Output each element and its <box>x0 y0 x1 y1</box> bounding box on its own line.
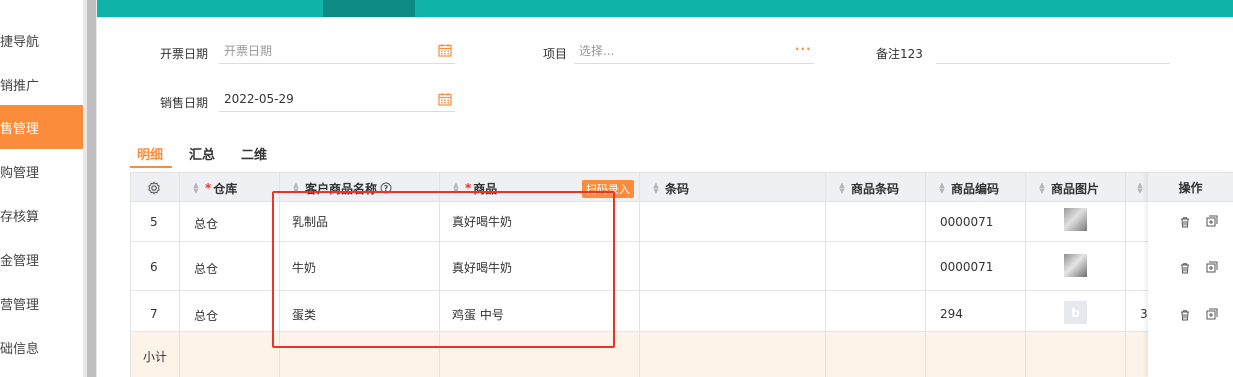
sidebar-item-label: 基础信息 <box>0 341 40 357</box>
tab-home[interactable] <box>101 0 129 17</box>
active-tab-indicator <box>130 166 172 168</box>
divider <box>130 172 131 377</box>
product-image[interactable] <box>1064 254 1087 277</box>
invoice-date-placeholder: 开票日期 <box>224 44 273 58</box>
sidebar-item-basic-info[interactable]: 基础信息 <box>0 325 83 369</box>
tab-detail[interactable]: 明细 <box>137 144 163 163</box>
copy-icon[interactable] <box>1206 215 1218 227</box>
divider <box>179 172 180 377</box>
sidebar-item-marketing[interactable]: 营销推广 <box>0 62 83 106</box>
gear-icon[interactable] <box>147 181 161 195</box>
warehouse-cell[interactable]: 总仓 <box>194 215 218 232</box>
project-placeholder: 选择... <box>579 44 615 58</box>
header-warehouse[interactable]: ▲ ▼ * 仓库 <box>192 173 237 203</box>
sidebar-item-label: 销售管理 <box>0 121 40 137</box>
product-code-cell[interactable]: 0000071 <box>940 215 993 229</box>
row-number: 7 <box>150 307 158 321</box>
header-product-image[interactable]: ▲ ▼ 商品图片 <box>1038 173 1099 203</box>
project-field[interactable]: 选择... <box>574 38 814 64</box>
sidebar-item-label: 采购管理 <box>0 165 40 181</box>
divider <box>825 172 826 377</box>
header-label: 商品条码 <box>851 181 900 196</box>
sidebar-item-funds[interactable]: 资金管理 <box>0 237 83 281</box>
sale-date-label: 销售日期 <box>160 96 209 110</box>
header-label: 仓库 <box>213 181 238 196</box>
sort-icon[interactable]: ▲ ▼ <box>1136 182 1144 195</box>
row-number: 6 <box>150 260 158 274</box>
copy-icon[interactable] <box>1206 308 1218 320</box>
sidebar-item-label: 营销推广 <box>0 78 40 94</box>
more-dots-icon[interactable]: ··· <box>795 42 812 56</box>
sort-icon[interactable]: ▲ ▼ <box>838 182 846 195</box>
sort-icon[interactable]: ▲ ▼ <box>938 182 946 195</box>
divider <box>639 172 640 377</box>
invoice-date-field[interactable]: 开票日期 <box>219 38 455 64</box>
header-product-code[interactable]: ▲ ▼ 商品编码 <box>938 173 999 203</box>
divider <box>1025 172 1026 377</box>
sidebar-item-operation[interactable]: 经营管理 <box>0 281 83 325</box>
trash-icon[interactable] <box>1179 309 1191 321</box>
sort-icon[interactable]: ▲ ▼ <box>652 182 660 195</box>
sidebar: 快捷导航 营销推广 销售管理 采购管理 库存核算 资金管理 经营管理 基础信息 <box>0 0 83 377</box>
header-operation: 操作 <box>1148 172 1233 202</box>
tab-bar <box>97 0 1233 17</box>
svg-text:b: b <box>1071 306 1080 320</box>
trash-icon[interactable] <box>1179 216 1191 228</box>
sort-icon[interactable]: ▲ ▼ <box>192 182 200 195</box>
sale-date-field[interactable]: 2022-05-29 <box>219 86 455 112</box>
sidebar-item-purchase[interactable]: 采购管理 <box>0 149 83 193</box>
sort-icon[interactable]: ▲ ▼ <box>1038 182 1046 195</box>
copy-icon[interactable] <box>1206 261 1218 273</box>
warehouse-cell[interactable]: 总仓 <box>194 260 218 277</box>
header-label: 条码 <box>665 181 690 196</box>
remark-label: 备注123 <box>876 47 923 61</box>
header-product-barcode[interactable]: ▲ ▼ 商品条码 <box>838 173 899 203</box>
tab-report[interactable] <box>167 0 195 17</box>
sidebar-item-inventory[interactable]: 库存核算 <box>0 193 83 237</box>
header-label: 商品图片 <box>1051 181 1100 196</box>
sidebar-item-label: 资金管理 <box>0 253 40 269</box>
header-label: 商品编码 <box>951 181 1000 196</box>
remark-field[interactable] <box>936 38 1170 64</box>
sale-date-value: 2022-05-29 <box>224 92 294 106</box>
subtotal-label: 小计 <box>143 350 168 364</box>
operation-column: 操作 <box>1148 172 1233 377</box>
divider <box>925 172 926 377</box>
sidebar-item-quick-nav[interactable]: 快捷导航 <box>0 18 83 62</box>
sidebar-item-label: 经营管理 <box>0 297 40 313</box>
sidebar-item-sales[interactable]: 销售管理 <box>0 105 83 149</box>
divider <box>97 17 1233 18</box>
image-placeholder-icon[interactable]: b <box>1064 301 1087 324</box>
product-image[interactable] <box>1064 208 1087 231</box>
warehouse-cell[interactable]: 总仓 <box>194 307 218 324</box>
sidebar-scrollbar-thumb[interactable] <box>87 0 96 377</box>
invoice-date-label: 开票日期 <box>160 47 209 61</box>
tab-current[interactable] <box>323 0 415 17</box>
sidebar-item-label: 快捷导航 <box>0 34 40 50</box>
highlight-box <box>272 191 615 348</box>
row-number: 5 <box>150 215 158 229</box>
tab-summary[interactable]: 汇总 <box>189 144 215 163</box>
tab-2d[interactable]: 二维 <box>241 144 267 163</box>
sidebar-item-label: 库存核算 <box>0 209 40 225</box>
header-barcode[interactable]: ▲ ▼ 条码 <box>652 173 689 203</box>
calendar-icon[interactable] <box>438 43 452 57</box>
truncated-cell: 3 <box>1140 307 1148 321</box>
project-label: 项目 <box>543 47 568 61</box>
product-code-cell[interactable]: 0000071 <box>940 260 993 274</box>
divider <box>1125 172 1126 377</box>
calendar-icon[interactable] <box>438 92 452 106</box>
product-code-cell[interactable]: 294 <box>940 307 963 321</box>
trash-icon[interactable] <box>1179 262 1191 274</box>
